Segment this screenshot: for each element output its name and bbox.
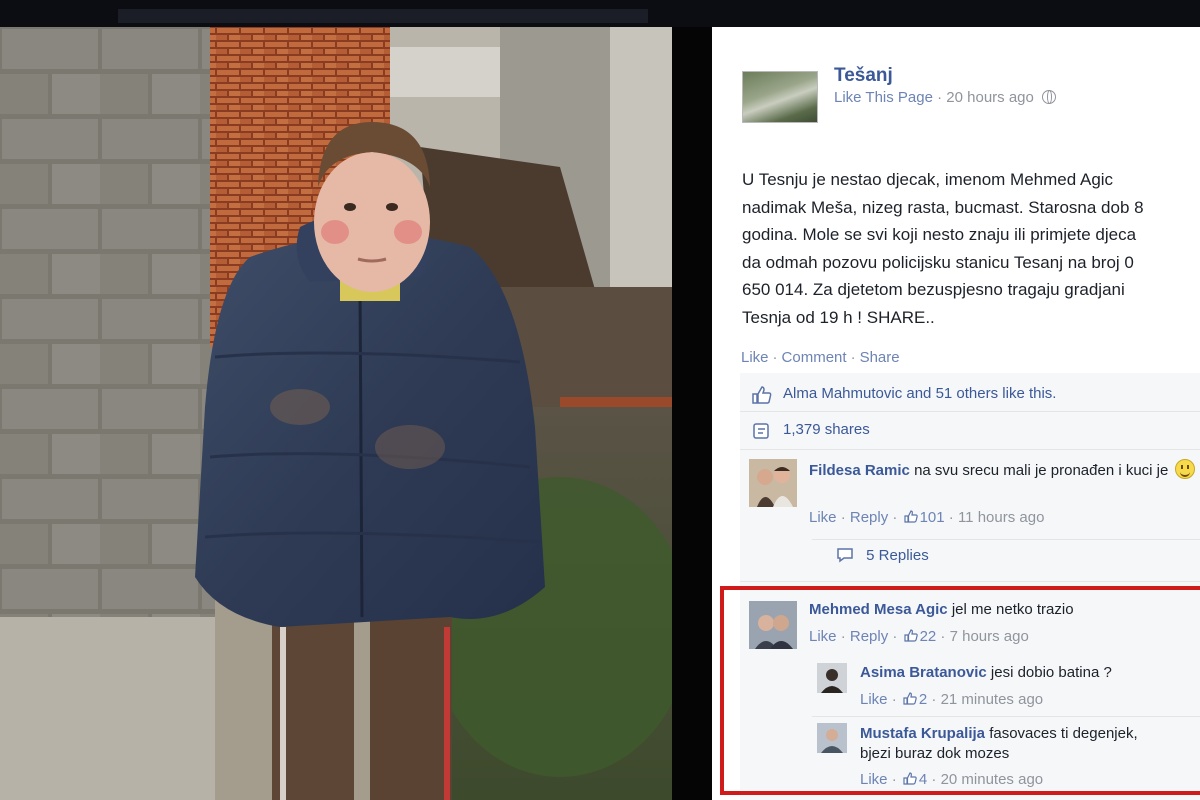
replier-avatar[interactable] — [817, 723, 847, 753]
like-page-link[interactable]: Like This Page — [834, 89, 933, 106]
thumbs-up-icon — [752, 386, 772, 404]
reply-meta: Like · 2 · 21 minutes ago — [860, 691, 1044, 708]
reply-body: Asima Bratanovic jesi dobio batina ? — [860, 663, 1200, 683]
comment-like-link[interactable]: Like — [809, 628, 837, 645]
smiley-emoji-icon — [1174, 459, 1195, 479]
comment-link[interactable]: Comment — [782, 349, 847, 366]
like-count-icon — [903, 629, 918, 642]
comment-author[interactable]: Mehmed Mesa Agic — [809, 601, 948, 618]
reply-text: fasovaces ti degenjek, — [989, 725, 1138, 742]
divider — [740, 449, 1200, 450]
post-timestamp[interactable]: 20 hours ago — [946, 89, 1034, 106]
globe-icon — [1042, 90, 1057, 104]
reply-text: bjezi buraz dok mozes — [860, 745, 1010, 762]
top-bar-placeholder — [118, 9, 648, 23]
comment-body: Fildesa Ramic na svu srecu mali je prona… — [809, 459, 1199, 481]
reply-like-link[interactable]: Like — [860, 771, 888, 788]
replies-count[interactable]: 5 Replies — [866, 547, 929, 564]
divider — [740, 581, 1200, 582]
reply-like-link[interactable]: Like — [860, 691, 888, 708]
view-replies-link[interactable]: 5 Replies — [836, 547, 929, 564]
photo-gutter — [672, 27, 712, 800]
comment-time[interactable]: 7 hours ago — [950, 628, 1029, 645]
reply-text: jesi dobio batina ? — [990, 664, 1112, 681]
reply-author[interactable]: Mustafa Krupalija — [860, 725, 985, 742]
comment-text: jel me netko trazio — [951, 601, 1074, 618]
reply-author[interactable]: Asima Bratanovic — [860, 664, 987, 681]
like-count-icon — [903, 692, 917, 705]
like-link[interactable]: Like — [741, 349, 769, 366]
comment-body: Mehmed Mesa Agic jel me netko trazio — [809, 600, 1199, 620]
reply-time[interactable]: 21 minutes ago — [941, 691, 1044, 708]
comment-like-count[interactable]: 22 — [920, 628, 937, 645]
feedback-section: Alma Mahmutovic and 51 others like this.… — [740, 373, 1200, 800]
divider — [740, 411, 1200, 412]
post-photo[interactable] — [0, 27, 672, 800]
reply-like-count[interactable]: 4 — [919, 771, 927, 788]
page-meta: Like This Page · 20 hours ago — [834, 89, 1057, 106]
top-bar — [0, 0, 1200, 27]
post-text: U Tesnju je nestao djecak, imenom Mehmed… — [742, 170, 1144, 327]
comment-like-count[interactable]: 101 — [920, 509, 945, 526]
like-count-icon — [903, 510, 918, 523]
like-count-icon — [903, 772, 917, 785]
replies-icon — [837, 548, 853, 563]
share-icon — [753, 423, 769, 439]
comment-meta: Like · Reply · 22 · 7 hours ago — [809, 628, 1029, 645]
reply-meta: Like · 4 · 20 minutes ago — [860, 771, 1044, 788]
page-profile-picture[interactable] — [742, 71, 818, 123]
shares-count[interactable]: 1,379 shares — [783, 421, 870, 438]
commenter-avatar[interactable] — [749, 601, 797, 649]
divider — [812, 716, 1200, 717]
comment-reply-link[interactable]: Reply — [850, 628, 888, 645]
likes-summary-text[interactable]: Alma Mahmutovic and 51 others like this. — [783, 385, 1056, 402]
photo-illustration — [0, 27, 672, 800]
commenter-avatar[interactable] — [749, 459, 797, 507]
comment-author[interactable]: Fildesa Ramic — [809, 462, 910, 479]
post-side-panel: Tešanj Like This Page · 20 hours ago U T… — [712, 27, 1200, 800]
page-name-link[interactable]: Tešanj — [834, 65, 893, 87]
reply-like-count[interactable]: 2 — [919, 691, 927, 708]
post-actions: Like · Comment · Share — [741, 349, 900, 366]
comment-text: na svu srecu mali je pronađen i kuci je — [914, 462, 1169, 479]
share-link[interactable]: Share — [860, 349, 900, 366]
comment-time[interactable]: 11 hours ago — [958, 509, 1044, 526]
comment-reply-link[interactable]: Reply — [850, 509, 888, 526]
reply-time[interactable]: 20 minutes ago — [941, 771, 1044, 788]
replier-avatar[interactable] — [817, 663, 847, 693]
divider — [812, 539, 1200, 540]
reply-body: Mustafa Krupalija fasovaces ti degenjek,… — [860, 724, 1200, 764]
comment-meta: Like · Reply · 101 · 11 hours ago — [809, 509, 1045, 526]
comment-like-link[interactable]: Like — [809, 509, 837, 526]
